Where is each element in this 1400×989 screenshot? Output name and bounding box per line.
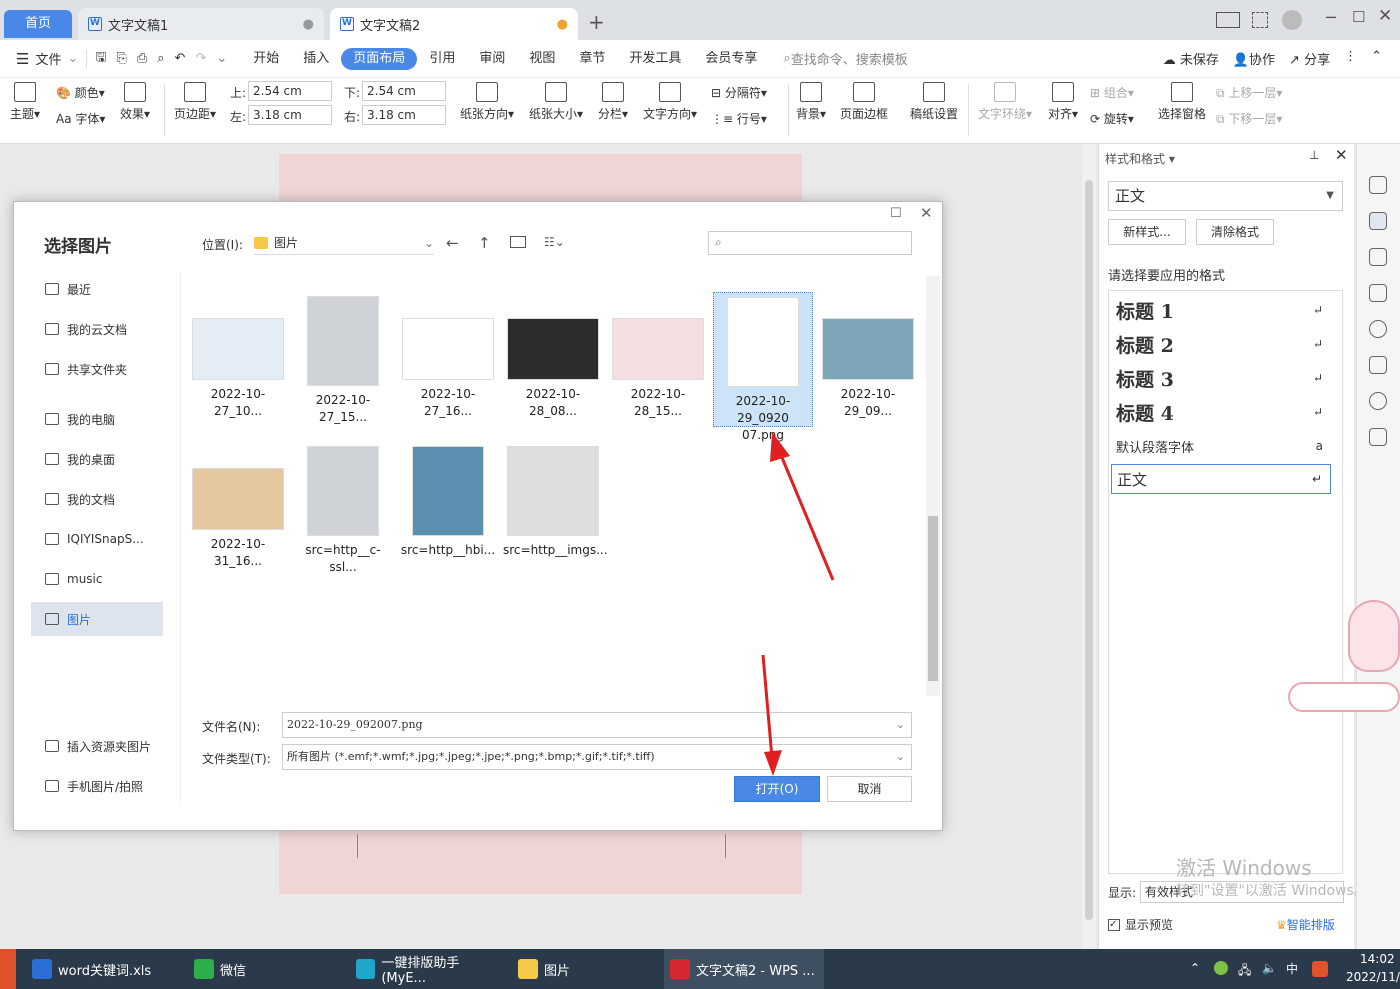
arrow-head bbox=[770, 432, 790, 462]
app-icon bbox=[518, 959, 538, 979]
tray-chevron-icon[interactable]: ⌃ bbox=[1190, 961, 1200, 975]
windows-taskbar: word关键词.xls 微信 一键排版助手(MyE... 图片 文字文稿2 - WPS … bbox=[0, 949, 1400, 989]
taskbar-item-2[interactable]: 一键排版助手(MyE... bbox=[350, 949, 500, 989]
taskbar-label: 文字文稿2 - WPS ... bbox=[696, 963, 815, 979]
app-icon bbox=[194, 959, 214, 979]
start-accent bbox=[0, 949, 16, 989]
app-icon bbox=[32, 959, 52, 979]
taskbar-item-0[interactable]: word关键词.xls bbox=[26, 949, 176, 989]
taskbar-item-1[interactable]: 微信 bbox=[188, 949, 338, 989]
annotation-arrows bbox=[761, 432, 835, 776]
taskbar-label: 一键排版助手(MyE... bbox=[381, 956, 460, 986]
network-icon[interactable]: 🖧 bbox=[1238, 961, 1251, 982]
arrow-to-file bbox=[776, 447, 835, 581]
arrow-head bbox=[764, 750, 782, 776]
taskbar-label: word关键词.xls bbox=[58, 963, 152, 979]
tray-app-icon[interactable] bbox=[1214, 961, 1228, 975]
app-icon bbox=[356, 959, 376, 979]
taskbar-item-3[interactable]: 图片 bbox=[512, 949, 662, 989]
taskbar-label: 微信 bbox=[220, 963, 247, 979]
clock-time[interactable]: 14:02 bbox=[1360, 952, 1395, 966]
app-icon bbox=[670, 959, 690, 979]
ime-indicator[interactable]: 中 bbox=[1286, 960, 1298, 977]
taskbar-item-4[interactable]: 文字文稿2 - WPS ... bbox=[664, 949, 824, 989]
clock-date[interactable]: 2022/11/ bbox=[1346, 970, 1400, 984]
volume-icon[interactable]: 🔈 bbox=[1262, 961, 1277, 975]
taskbar-label: 图片 bbox=[544, 963, 571, 979]
sogou-icon[interactable] bbox=[1312, 961, 1328, 977]
arrow-to-open bbox=[761, 654, 774, 759]
